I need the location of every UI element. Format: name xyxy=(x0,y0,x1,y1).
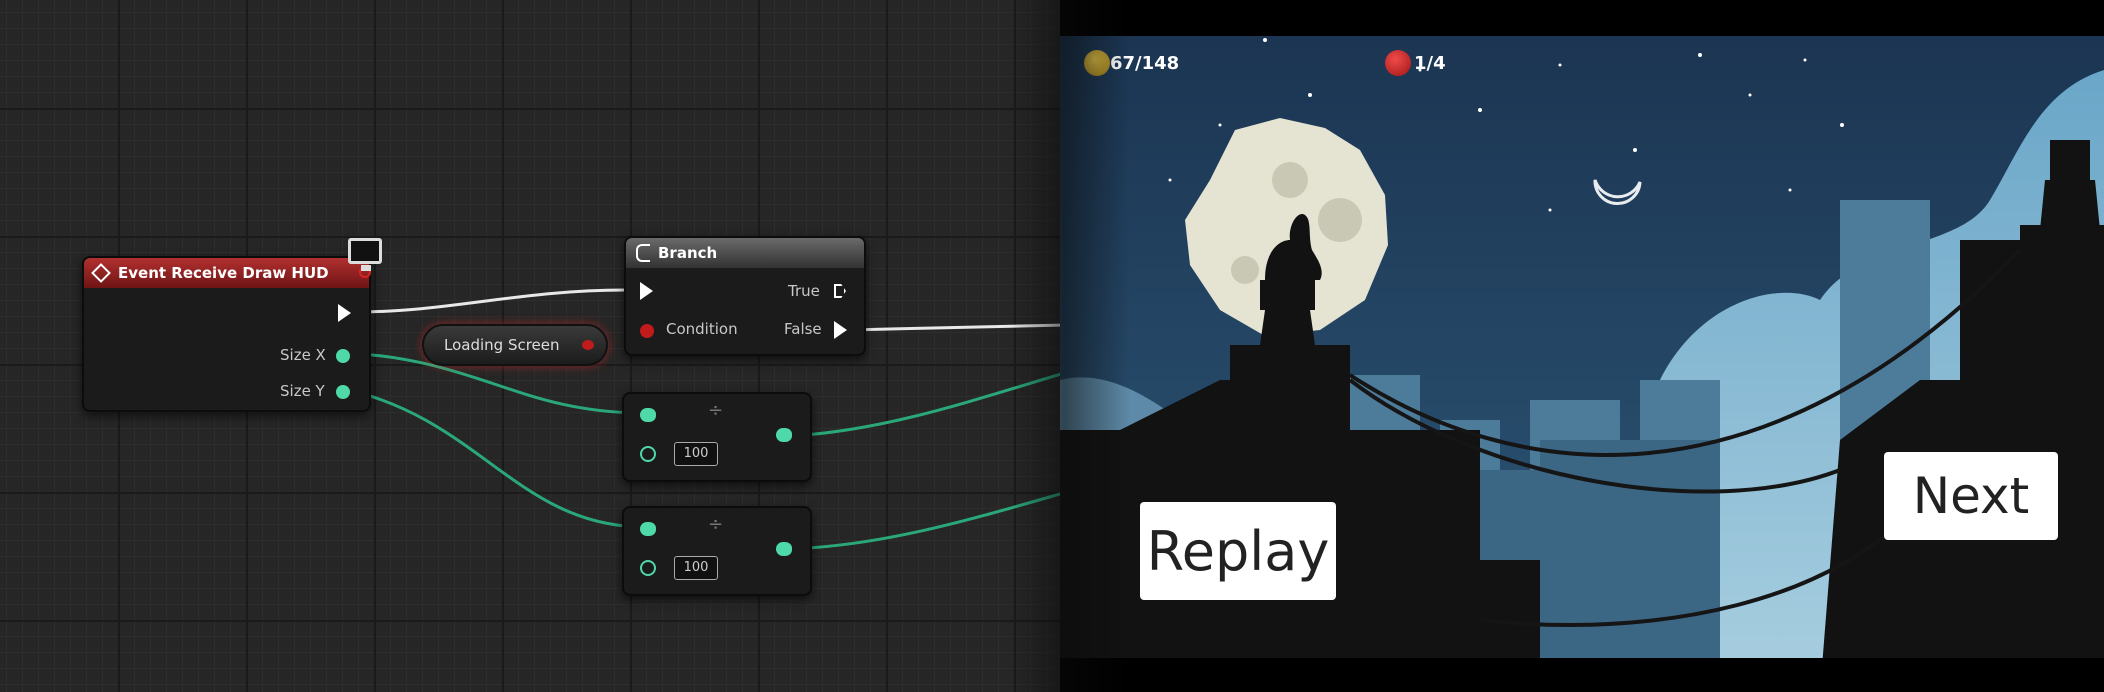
divide-1-input-a-pin[interactable] xyxy=(640,408,656,422)
condition-pin[interactable] xyxy=(640,324,654,338)
branch-node-title: Branch xyxy=(658,244,718,262)
exec-wire-event-branch xyxy=(354,288,626,314)
life-icon xyxy=(1385,50,1411,76)
lives-counter: 1/4 xyxy=(1414,53,1446,74)
size-x-label: Size X xyxy=(280,346,326,364)
monitor-icon xyxy=(348,238,382,271)
branch-icon xyxy=(636,244,650,262)
event-node-header: Event Receive Draw HUD xyxy=(84,258,369,288)
size-y-pin[interactable] xyxy=(336,385,350,399)
true-exec-out-pin[interactable] xyxy=(834,284,846,298)
size-y-label: Size Y xyxy=(280,382,325,400)
divide-1-value-field[interactable]: 100 xyxy=(674,442,718,466)
false-label: False xyxy=(784,320,822,338)
event-node-title: Event Receive Draw HUD xyxy=(118,264,329,282)
divide-node-2[interactable]: ÷ 100 xyxy=(622,506,812,596)
divide-2-input-b-pin[interactable] xyxy=(640,560,656,576)
condition-label: Condition xyxy=(666,320,738,338)
branch-exec-in-pin[interactable] xyxy=(640,282,653,300)
loading-screen-out-pin[interactable] xyxy=(582,340,594,350)
branch-node-header: Branch xyxy=(626,238,864,268)
true-label: True xyxy=(788,282,820,300)
game-viewport[interactable]: 67/148 1/4 Replay Next xyxy=(1060,0,2104,692)
divide-2-input-a-pin[interactable] xyxy=(640,522,656,536)
event-diamond-icon xyxy=(91,263,111,283)
screenshot-stage: Event Receive Draw HUD Size X Size Y Bra… xyxy=(0,0,2104,692)
divide-1-input-b-pin[interactable] xyxy=(640,446,656,462)
divide-1-symbol: ÷ xyxy=(708,400,724,421)
size-x-pin[interactable] xyxy=(336,349,350,363)
branch-node[interactable]: Branch True Condition False xyxy=(624,236,866,356)
false-exec-out-pin[interactable] xyxy=(834,321,847,339)
divide-2-output-pin[interactable] xyxy=(776,542,792,556)
letterbox-bottom xyxy=(1060,658,2104,692)
divide-1-output-pin[interactable] xyxy=(776,428,792,442)
divide-2-symbol: ÷ xyxy=(708,514,724,535)
next-button-label: Next xyxy=(1912,467,2030,525)
loading-screen-label: Loading Screen xyxy=(444,336,560,354)
coin-counter: 67/148 xyxy=(1110,53,1180,74)
next-button[interactable]: Next xyxy=(1884,452,2058,540)
coin-icon xyxy=(1084,50,1110,76)
letterbox-top xyxy=(1060,0,2104,36)
replay-button-label: Replay xyxy=(1146,519,1330,583)
loading-screen-variable-node[interactable]: Loading Screen xyxy=(422,324,608,366)
replay-button[interactable]: Replay xyxy=(1140,502,1336,600)
event-exec-out-pin[interactable] xyxy=(338,304,351,322)
blueprint-graph-canvas[interactable]: Event Receive Draw HUD Size X Size Y Bra… xyxy=(0,0,1110,692)
divide-node-1[interactable]: ÷ 100 xyxy=(622,392,812,482)
event-receive-draw-hud-node[interactable]: Event Receive Draw HUD Size X Size Y xyxy=(82,256,371,412)
divide-2-value-field[interactable]: 100 xyxy=(674,556,718,580)
